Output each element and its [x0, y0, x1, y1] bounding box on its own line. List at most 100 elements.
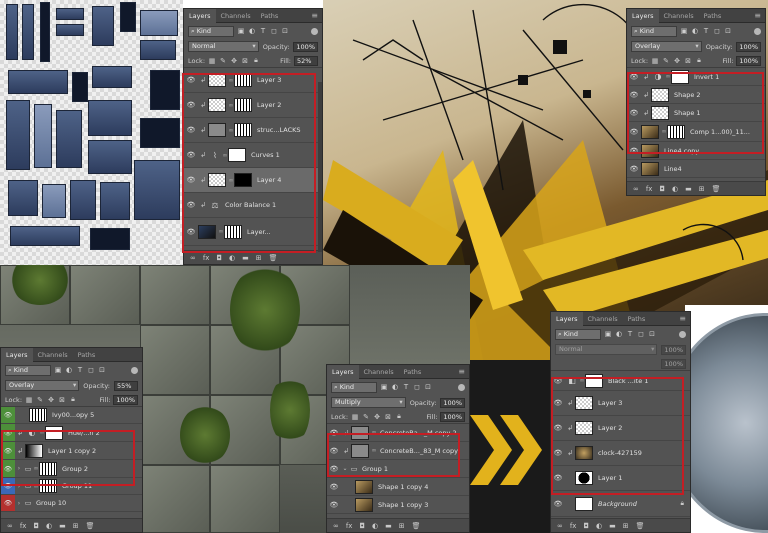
eye-icon[interactable]: 👁︎ [627, 91, 641, 99]
panel-menu-icon[interactable]: ≡ [679, 313, 686, 325]
scrollbar[interactable] [318, 82, 322, 252]
eye-icon[interactable]: 👁︎ [327, 501, 341, 509]
add-mask-icon[interactable]: ◘ [359, 522, 365, 530]
type-filter-icon[interactable]: T [76, 366, 84, 374]
fx-icon[interactable]: fx [570, 522, 577, 530]
layer-row[interactable]: 👁︎ Background 🔒︎ [551, 491, 690, 517]
new-group-icon[interactable]: ▬ [59, 522, 66, 530]
blend-mode-select[interactable]: Normal [188, 41, 259, 52]
layer-row[interactable]: 👁︎ ↲ ∞ ConcreteB..._83_M copy [327, 442, 469, 460]
filter-toggle[interactable] [679, 330, 686, 338]
shape-filter-icon[interactable]: ◻ [637, 330, 645, 338]
layer-row[interactable]: 👁︎ ↲ Layer 1 copy 2 [1, 442, 142, 460]
eye-icon[interactable]: 👁︎ [184, 76, 198, 84]
new-group-icon[interactable]: ▬ [385, 522, 392, 530]
tab-paths[interactable]: Paths [256, 9, 284, 23]
eye-icon[interactable]: 👁︎ [327, 483, 341, 491]
eye-icon[interactable]: 👁︎ [551, 449, 565, 457]
eye-icon[interactable]: 👁︎ [551, 500, 565, 508]
opacity-field[interactable]: 100% [736, 41, 761, 52]
lock-transparent-icon[interactable]: ▦ [25, 396, 33, 404]
lock-artboard-icon[interactable]: ⊠ [384, 413, 392, 421]
eye-icon[interactable]: 👁︎ [1, 424, 15, 441]
lock-paint-icon[interactable]: ✎ [219, 57, 227, 65]
link-layers-icon[interactable]: ∞ [333, 522, 339, 530]
opacity-field[interactable]: 100% [440, 397, 465, 408]
lock-paint-icon[interactable]: ✎ [36, 396, 44, 404]
lock-transparent-icon[interactable]: ▦ [351, 413, 359, 421]
fx-icon[interactable]: fx [20, 522, 27, 530]
adjustment-layer-icon[interactable]: ◐ [672, 185, 678, 193]
layer-row[interactable]: 👁︎ ↲ Shape 2 [627, 86, 765, 104]
kind-filter-select[interactable]: ⌕ Kind [188, 25, 234, 37]
opacity-field[interactable]: 100% [661, 344, 686, 355]
opacity-field[interactable]: 55% [114, 380, 138, 391]
expand-arrow-icon[interactable]: › [15, 483, 23, 490]
adjustment-layer-icon[interactable]: ◐ [229, 254, 235, 262]
tab-layers[interactable]: Layers [184, 8, 216, 23]
smart-object-filter-icon[interactable]: ⊡ [724, 27, 732, 35]
tab-layers[interactable]: Layers [327, 364, 359, 379]
trash-icon[interactable]: 🗑︎ [412, 522, 421, 530]
layer-row[interactable]: 👁︎ ↲ ⌇ ∞ Curves 1 [184, 143, 322, 168]
kind-filter-select[interactable]: ⌕ Kind [331, 381, 377, 393]
layer-row[interactable]: 👁︎ ↲ ∞ Layer 3 [184, 68, 322, 93]
trash-icon[interactable]: 🗑︎ [86, 522, 95, 530]
shape-filter-icon[interactable]: ◻ [87, 366, 95, 374]
layer-row[interactable]: 👁︎ ∞ Comp 1...00)_11... [627, 122, 765, 142]
layer-row[interactable]: 👁︎ Line4 [627, 160, 765, 178]
layer-row[interactable]: 👁︎ Shape 1 copy 4 [327, 478, 469, 496]
new-layer-icon[interactable]: ⊞ [256, 254, 262, 262]
adjustment-layer-icon[interactable]: ◐ [46, 522, 52, 530]
pixel-filter-icon[interactable]: ▣ [380, 383, 388, 391]
smart-object-filter-icon[interactable]: ⊡ [281, 27, 289, 35]
tab-layers[interactable]: Layers [1, 347, 33, 362]
adjustment-filter-icon[interactable]: ◐ [615, 330, 623, 338]
fill-field[interactable]: 100% [736, 55, 761, 66]
layer-row[interactable]: 👁︎ ↲ ∞ struc...LACKS [184, 118, 322, 143]
filter-toggle[interactable] [311, 27, 318, 35]
trash-icon[interactable]: 🗑︎ [636, 522, 645, 530]
lock-all-icon[interactable]: 🔒︎ [395, 412, 403, 421]
shape-filter-icon[interactable]: ◻ [270, 27, 278, 35]
eye-icon[interactable]: 👁︎ [551, 399, 565, 407]
lock-paint-icon[interactable]: ✎ [362, 413, 370, 421]
tab-paths[interactable]: Paths [73, 348, 101, 362]
tab-paths[interactable]: Paths [399, 365, 427, 379]
kind-filter-select[interactable]: ⌕ Kind [631, 25, 677, 37]
eye-icon[interactable]: 👁︎ [1, 460, 15, 477]
eye-icon[interactable]: 👁︎ [551, 377, 565, 385]
tab-channels[interactable]: Channels [33, 348, 73, 362]
blend-mode-select[interactable]: Normal [555, 344, 658, 355]
add-mask-icon[interactable]: ◘ [659, 185, 665, 193]
pixel-filter-icon[interactable]: ▣ [54, 366, 62, 374]
add-mask-icon[interactable]: ◘ [33, 522, 39, 530]
eye-icon[interactable]: 👁︎ [184, 228, 198, 236]
type-filter-icon[interactable]: T [702, 27, 710, 35]
opacity-field[interactable]: 100% [293, 41, 318, 52]
tab-paths[interactable]: Paths [623, 312, 651, 326]
layer-row[interactable]: 👁︎ ↲ Shape 1 [627, 104, 765, 122]
pixel-filter-icon[interactable]: ▣ [680, 27, 688, 35]
layer-row[interactable]: 👁︎ ↲ Layer 2 [551, 416, 690, 441]
shape-filter-icon[interactable]: ◻ [713, 27, 721, 35]
layer-row[interactable]: 👁︎ ∞ Layer... [184, 218, 322, 246]
layer-row[interactable]: 👁︎ ↲ clock-427159 [551, 441, 690, 466]
expand-arrow-icon[interactable]: › [15, 465, 23, 472]
lock-move-icon[interactable]: ✥ [230, 57, 238, 65]
add-mask-icon[interactable]: ◘ [583, 522, 589, 530]
layer-row[interactable]: 👁︎ › ▭ ∞ Group 2 [1, 460, 142, 478]
new-layer-icon[interactable]: ⊞ [73, 522, 79, 530]
layer-row[interactable]: 👁︎ ↲ ◐ ∞ Hue/...n 2 [1, 424, 142, 442]
layer-row[interactable]: 👁︎ ↲ Layer 3 [551, 391, 690, 416]
fill-field[interactable]: 100% [440, 411, 465, 422]
new-layer-icon[interactable]: ⊞ [399, 522, 405, 530]
eye-icon[interactable]: 👁︎ [627, 109, 641, 117]
kind-filter-select[interactable]: ⌕ Kind [555, 328, 601, 340]
layer-row-selected[interactable]: 👁︎ ↲ ∞ Layer 4 [184, 168, 322, 193]
smart-object-filter-icon[interactable]: ⊡ [424, 383, 432, 391]
blend-mode-select[interactable]: Multiply [331, 397, 406, 408]
pixel-filter-icon[interactable]: ▣ [237, 27, 245, 35]
lock-transparent-icon[interactable]: ▦ [651, 57, 659, 65]
lock-move-icon[interactable]: ✥ [373, 413, 381, 421]
